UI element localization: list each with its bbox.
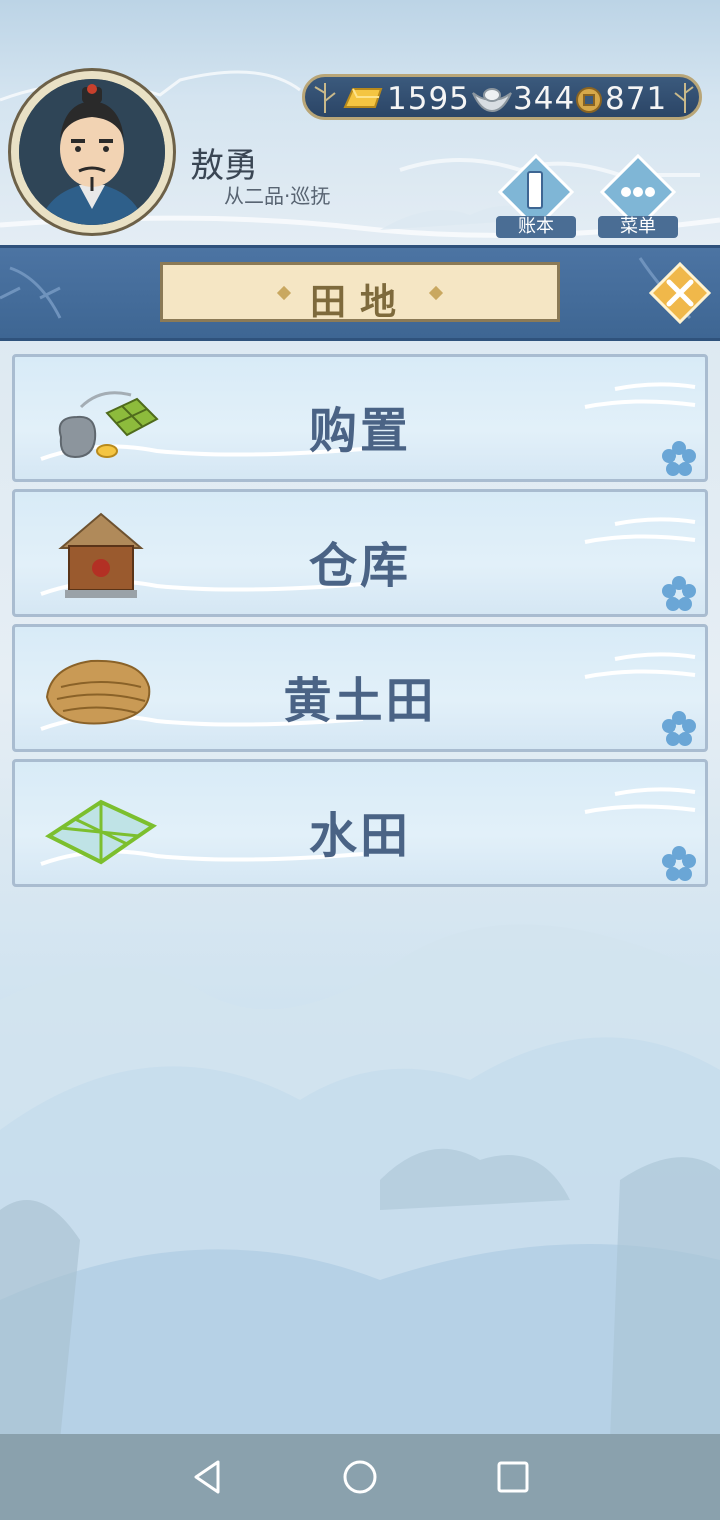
coin-amount: 871 [605,81,668,117]
official-portrait-icon [19,79,165,225]
home-circle-icon[interactable] [335,1454,385,1500]
close-icon [648,261,712,325]
ledger-button[interactable]: 账本 [496,152,576,238]
item-label: 水田 [308,808,411,864]
list-item-purchase[interactable]: 购置 [12,354,708,482]
gold-amount: 1595 [387,81,470,117]
copper-coin-icon [576,87,602,113]
system-nav-bar [0,1434,720,1520]
flower-decor-icon [662,441,696,476]
flower-decor-icon [662,576,696,611]
player-rank: 从二品·巡抚 [224,184,331,208]
ledger-label: 账本 [496,216,576,238]
panel-title-plate: 田地 [160,262,560,323]
flower-decor-icon [662,711,696,746]
silver-ingot-icon [472,88,512,113]
item-label: 购置 [308,403,411,459]
list-item-loess-field[interactable]: 黄土田 [12,624,708,752]
flower-decor-icon [662,846,696,881]
recents-square-icon[interactable] [488,1454,538,1500]
list-item-paddy-field[interactable]: 水田 [12,759,708,887]
menu-button[interactable]: 菜单 [598,152,678,238]
back-triangle-icon[interactable] [182,1454,232,1500]
list-item-warehouse[interactable]: 仓库 [12,489,708,617]
panel-title: 田地 [309,282,410,323]
player-avatar[interactable] [8,68,176,236]
bamboo-decor-icon [314,83,336,113]
item-label: 黄土田 [283,673,437,729]
item-label: 仓库 [308,538,411,594]
menu-label: 菜单 [598,216,678,238]
gold-bar-icon [343,88,383,108]
close-button[interactable] [648,261,712,325]
silver-amount: 344 [513,81,576,117]
bamboo-decor-icon [674,83,694,113]
currency-bar: 1595 344 871 [302,74,702,120]
background-scenery [0,924,720,1440]
